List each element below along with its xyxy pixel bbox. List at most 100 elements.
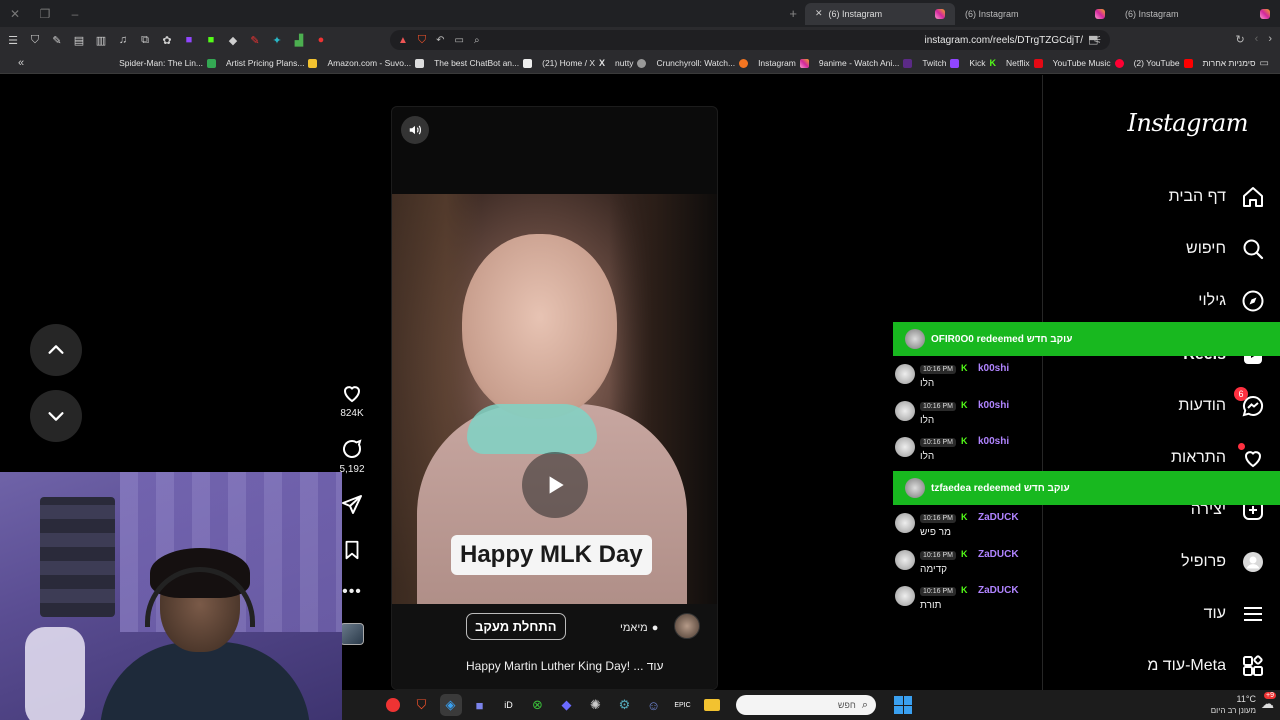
previous-reel-button[interactable] bbox=[30, 324, 82, 376]
music-icon[interactable]: ♫ bbox=[116, 33, 130, 47]
address-bar[interactable]: ▲ ⛉ ↶ ▭ ⌕ instagram.com/reels/DTrgTZGCdj… bbox=[390, 30, 1110, 50]
shield-icon[interactable]: ⛉ bbox=[28, 33, 42, 47]
tab-manager-icon[interactable]: ⧉ bbox=[138, 33, 152, 47]
more-dots-icon[interactable]: ••• bbox=[342, 583, 362, 601]
extension-teal-icon[interactable]: ✦ bbox=[270, 33, 284, 47]
chat-message: 10:16 PM K ZaDUCK תורת bbox=[893, 584, 1093, 614]
bookmark-icon[interactable]: ⬒ bbox=[1088, 33, 1098, 46]
bookmark-item[interactable]: סימניות אחרות ▭ bbox=[1198, 58, 1274, 69]
instagram-icon bbox=[799, 58, 809, 68]
comment-icon[interactable] bbox=[340, 437, 364, 461]
close-tab-icon[interactable]: ✕ bbox=[815, 8, 823, 19]
extension-record-icon[interactable]: ● bbox=[314, 33, 328, 47]
audio-action[interactable] bbox=[340, 623, 364, 645]
nav-meta[interactable]: עוד מ-Meta bbox=[1147, 646, 1266, 686]
forward-icon[interactable]: › bbox=[1268, 33, 1272, 46]
reader-icon[interactable]: ▤ bbox=[72, 33, 86, 47]
new-tab-icon[interactable]: + bbox=[789, 6, 797, 21]
minimize-window-icon[interactable]: – bbox=[60, 0, 90, 27]
discord-icon[interactable]: ☺ bbox=[643, 694, 665, 716]
xbox-icon[interactable]: ⊗ bbox=[527, 694, 549, 716]
bookmark-item[interactable]: YouTube Music bbox=[1048, 58, 1129, 68]
id-app-icon[interactable]: iD bbox=[498, 694, 520, 716]
comment-action[interactable]: 5,192 bbox=[339, 437, 365, 475]
file-explorer-icon[interactable] bbox=[701, 694, 723, 716]
close-window-icon[interactable]: ✕ bbox=[0, 0, 30, 27]
network-app-icon[interactable]: ✺ bbox=[585, 694, 607, 716]
nav-profile[interactable]: פרופיל bbox=[1181, 542, 1266, 582]
azure-vscode-icon[interactable]: ◈ bbox=[439, 694, 462, 716]
steam-icon[interactable]: ⚙ bbox=[614, 694, 636, 716]
reload-icon[interactable]: ↻ bbox=[1235, 33, 1244, 46]
bookmark-item[interactable]: Artist Pricing Plans... bbox=[221, 58, 322, 68]
reel-description[interactable]: Happy Martin Luther King Day! ... עוד bbox=[466, 659, 664, 673]
taskbar-search[interactable]: חפש ⌕ bbox=[736, 695, 876, 715]
author-avatar[interactable] bbox=[674, 613, 700, 639]
bookmark-item[interactable]: 9anime - Watch Ani... bbox=[814, 58, 917, 68]
nav-home[interactable]: דף הבית bbox=[1169, 177, 1266, 217]
collapse-bookmarks-icon[interactable]: « bbox=[18, 57, 24, 69]
extension-diamond-icon[interactable]: ◆ bbox=[226, 33, 240, 47]
bookmark-item[interactable]: Spider-Man: The Lin... bbox=[114, 58, 221, 68]
chat-message: 10:16 PM K ZaDUCK מר פיש bbox=[893, 511, 1093, 541]
extension-purple-icon[interactable]: ■ bbox=[182, 33, 196, 47]
media-player-icon[interactable] bbox=[382, 694, 404, 716]
profile-icon bbox=[1240, 549, 1266, 575]
instagram-logo[interactable]: Instagram bbox=[1127, 109, 1248, 137]
bookmark-icon[interactable] bbox=[341, 539, 363, 561]
extension-green-icon[interactable]: ■ bbox=[204, 33, 218, 47]
bookmark-item[interactable]: Twitch bbox=[917, 58, 964, 68]
tab-instagram-1[interactable]: ✕ (6) Instagram bbox=[805, 2, 955, 25]
unmute-button[interactable] bbox=[401, 116, 429, 144]
arrow-app-icon[interactable]: ◆ bbox=[556, 694, 578, 716]
bookmark-item[interactable]: (21) Home / XX bbox=[537, 58, 610, 68]
restore-window-icon[interactable]: ❐ bbox=[30, 0, 60, 27]
save-action[interactable] bbox=[341, 539, 363, 561]
reel-player[interactable]: Happy MLK Day התחלת מעקב מיאמי ● Happy M… bbox=[391, 106, 718, 690]
extension-red-icon[interactable]: ✎ bbox=[248, 33, 262, 47]
bookmark-item[interactable]: nutty bbox=[610, 58, 651, 68]
sidebar-icon[interactable]: ▥ bbox=[94, 33, 108, 47]
play-button[interactable] bbox=[522, 452, 588, 518]
tab-instagram-2[interactable]: (6) Instagram bbox=[955, 3, 1115, 25]
nav-explore[interactable]: גילוי bbox=[1198, 281, 1266, 321]
nav-search[interactable]: חיפוש bbox=[1186, 229, 1266, 269]
epic-games-icon[interactable]: EPIC bbox=[672, 694, 694, 716]
screen-icon[interactable]: ▭ bbox=[455, 35, 464, 46]
menu-icon[interactable]: ☰ bbox=[6, 33, 20, 47]
windows-start-icon[interactable] bbox=[894, 696, 912, 714]
bookmark-item[interactable]: Amazon.com - Suvo... bbox=[322, 58, 429, 68]
weather-widget[interactable]: 11°C מעונן רב היום bbox=[1211, 694, 1256, 716]
pen-icon[interactable]: ✎ bbox=[50, 33, 64, 47]
bookmark-item[interactable]: Crunchyroll: Watch... bbox=[651, 58, 753, 68]
more-action[interactable]: ••• bbox=[342, 583, 362, 601]
extensions-icon[interactable]: ✿ bbox=[160, 33, 174, 47]
nav-messages[interactable]: הודעות 6 bbox=[1178, 386, 1266, 426]
menu-icon bbox=[1240, 601, 1266, 627]
webcam-overlay bbox=[0, 472, 342, 720]
bookmark-item[interactable]: The best ChatBot an... bbox=[429, 58, 537, 68]
brave-shield-icon[interactable]: ⛉ bbox=[418, 34, 426, 47]
like-action[interactable]: 824K bbox=[340, 381, 364, 419]
extension-chart-icon[interactable]: ▟ bbox=[292, 33, 306, 47]
teams-icon[interactable]: ■ bbox=[469, 694, 491, 716]
bookmark-item[interactable]: Kick K bbox=[964, 58, 1001, 68]
share-action[interactable] bbox=[340, 493, 364, 517]
follow-button[interactable]: התחלת מעקב bbox=[466, 613, 566, 640]
brave-icon[interactable]: ⛉ bbox=[411, 694, 433, 716]
nav-more[interactable]: עוד bbox=[1204, 594, 1266, 634]
url-text[interactable]: instagram.com/reels/DTrgTZGCdjT/ bbox=[924, 35, 1083, 46]
location-tag[interactable]: מיאמי ● bbox=[620, 622, 658, 634]
share-icon[interactable] bbox=[340, 493, 364, 517]
back-icon[interactable]: ‹ bbox=[1255, 33, 1259, 46]
next-reel-button[interactable] bbox=[30, 390, 82, 442]
search-icon[interactable]: ⌕ bbox=[474, 35, 480, 46]
audio-thumbnail[interactable] bbox=[340, 623, 364, 645]
heart-icon[interactable] bbox=[340, 381, 364, 405]
bookmark-item[interactable]: (2) YouTube bbox=[1129, 58, 1198, 68]
bookmark-item[interactable]: Instagram bbox=[753, 58, 814, 68]
history-icon[interactable]: ↶ bbox=[436, 35, 444, 46]
tab-instagram-3[interactable]: (6) Instagram bbox=[1115, 3, 1280, 25]
instagram-favicon-icon bbox=[935, 8, 945, 19]
bookmark-item[interactable]: Netflix bbox=[1001, 58, 1048, 68]
